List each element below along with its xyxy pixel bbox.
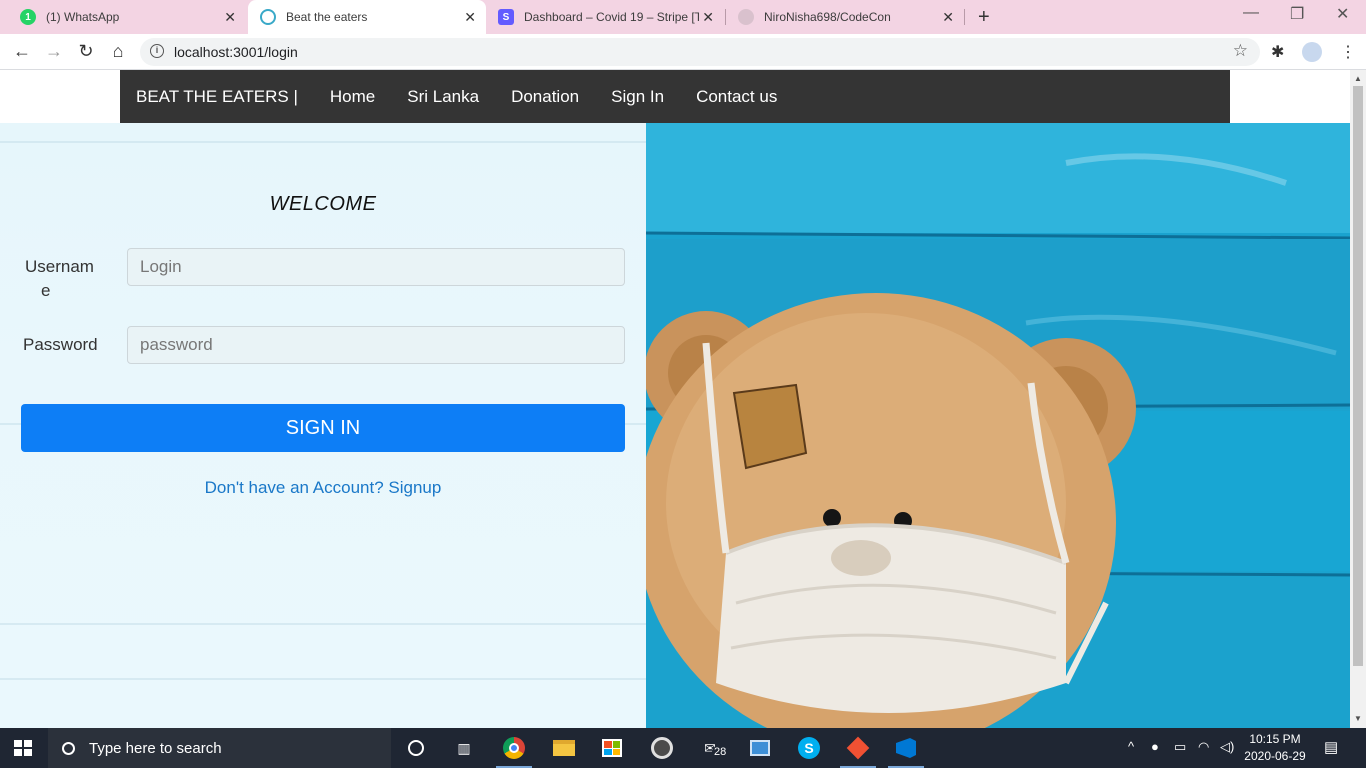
- address-bar[interactable]: i localhost:3001/login ☆: [140, 38, 1260, 66]
- nav-link-donation[interactable]: Donation: [511, 87, 579, 107]
- close-tab-icon[interactable]: ✕: [942, 9, 954, 26]
- scroll-down-arrow-icon[interactable]: ▼: [1354, 714, 1362, 723]
- browser-toolbar: ← → ↻ ⌂ i localhost:3001/login ☆ ✱ ⋮: [0, 34, 1366, 70]
- tray-overflow-chevron-icon[interactable]: ^: [1128, 739, 1134, 754]
- taskbar-clock[interactable]: 10:15 PM 2020-06-29: [1240, 731, 1310, 765]
- teddy-bear-illustration: [646, 123, 1350, 728]
- url-text[interactable]: localhost:3001/login: [174, 44, 298, 60]
- new-tab-button[interactable]: +: [978, 6, 990, 29]
- reload-icon[interactable]: ↻: [75, 41, 97, 62]
- minimize-icon[interactable]: —: [1243, 4, 1259, 22]
- site-navbar: BEAT THE EATERS | Home Sri Lanka Donatio…: [120, 70, 1230, 123]
- volume-icon[interactable]: ◁): [1220, 739, 1234, 755]
- battery-icon[interactable]: ▭: [1174, 739, 1186, 755]
- react-icon: [260, 9, 276, 25]
- extensions-puzzle-icon[interactable]: ✱: [1271, 42, 1284, 62]
- file-explorer-icon[interactable]: [552, 736, 576, 760]
- remote-desktop-icon[interactable]: [748, 736, 772, 760]
- restore-icon[interactable]: ❐: [1290, 4, 1304, 24]
- back-arrow-icon[interactable]: ←: [11, 41, 33, 62]
- nav-link-sign-in[interactable]: Sign In: [611, 87, 664, 107]
- close-tab-icon[interactable]: ✕: [702, 9, 714, 26]
- skype-icon[interactable]: S: [797, 736, 821, 760]
- tab-title: NiroNisha698/CodeCon: [764, 10, 891, 24]
- wood-texture-line: [0, 141, 646, 143]
- profile-avatar[interactable]: [1302, 42, 1322, 62]
- forward-arrow-icon[interactable]: →: [43, 41, 65, 62]
- scrollbar-thumb[interactable]: [1353, 86, 1363, 666]
- stripe-icon: S: [498, 9, 514, 25]
- github-icon: [738, 9, 754, 25]
- tab-title: Beat the eaters: [286, 10, 368, 24]
- browser-tabstrip: 1 (1) WhatsApp ✕ Beat the eaters ✕ S Das…: [0, 0, 1366, 34]
- tab-github[interactable]: NiroNisha698/CodeCon ✕: [726, 0, 964, 34]
- login-panel: WELCOME Usernam e Login Password passwor…: [0, 123, 646, 728]
- password-label: Password: [23, 335, 98, 354]
- clock-date: 2020-06-29: [1244, 749, 1306, 763]
- username-label: Usernam: [25, 257, 94, 276]
- tab-title: Dashboard – Covid 19 – Stripe [Te: [524, 10, 699, 24]
- sign-in-button[interactable]: SIGN IN: [21, 404, 625, 452]
- wood-texture-line: [0, 678, 646, 680]
- chrome-menu-icon[interactable]: ⋮: [1340, 42, 1356, 62]
- close-tab-icon[interactable]: ✕: [464, 9, 476, 26]
- wifi-icon[interactable]: ◠: [1198, 739, 1209, 755]
- taskbar-search-box[interactable]: Type here to search: [48, 728, 391, 768]
- cortana-icon[interactable]: [404, 736, 428, 760]
- search-icon: [62, 741, 75, 755]
- action-center-icon[interactable]: ▤: [1324, 738, 1338, 756]
- nav-link-sri-lanka[interactable]: Sri Lanka: [407, 87, 479, 107]
- scroll-up-arrow-icon[interactable]: ▲: [1354, 74, 1362, 83]
- git-tool-icon[interactable]: [846, 736, 870, 760]
- brand-logo-text[interactable]: BEAT THE EATERS |: [136, 87, 298, 107]
- windows-taskbar: Type here to search ▥ ✉ 28 S ^ ● ▭ ◠ ◁): [0, 728, 1366, 768]
- tab-title: (1) WhatsApp: [46, 10, 120, 24]
- tab-separator: [964, 9, 965, 25]
- signup-link[interactable]: Don't have an Account? Signup: [0, 478, 646, 498]
- mail-unread-badge: 28: [712, 746, 729, 758]
- page-viewport: BEAT THE EATERS | Home Sri Lanka Donatio…: [0, 70, 1350, 728]
- tab-beat-the-eaters[interactable]: Beat the eaters ✕: [248, 0, 486, 34]
- username-input[interactable]: Login: [127, 248, 625, 286]
- nav-link-home[interactable]: Home: [330, 87, 375, 107]
- tray-network-app-icon[interactable]: ●: [1151, 739, 1159, 754]
- wood-texture-line: [0, 623, 646, 625]
- tab-stripe-dashboard[interactable]: S Dashboard – Covid 19 – Stripe [Te ✕: [486, 0, 724, 34]
- close-window-icon[interactable]: ✕: [1336, 4, 1349, 24]
- vscode-icon[interactable]: [894, 736, 918, 760]
- username-label-wrap: e: [41, 281, 51, 300]
- welcome-heading: WELCOME: [269, 193, 377, 215]
- nav-link-contact-us[interactable]: Contact us: [696, 87, 777, 107]
- task-view-icon[interactable]: ▥: [452, 736, 476, 760]
- chrome-icon[interactable]: [502, 736, 526, 760]
- page-scrollbar[interactable]: ▲ ▼: [1350, 70, 1366, 728]
- home-icon[interactable]: ⌂: [107, 41, 129, 62]
- tab-whatsapp[interactable]: 1 (1) WhatsApp ✕: [8, 0, 246, 34]
- clock-time: 10:15 PM: [1249, 732, 1301, 746]
- microsoft-store-icon[interactable]: [600, 736, 624, 760]
- windows-start-icon[interactable]: [14, 740, 32, 756]
- bookmark-star-icon[interactable]: ☆: [1233, 41, 1248, 61]
- close-tab-icon[interactable]: ✕: [224, 9, 236, 26]
- password-input[interactable]: password: [127, 326, 625, 364]
- media-player-icon[interactable]: [650, 736, 674, 760]
- search-placeholder: Type here to search: [89, 739, 222, 757]
- site-info-icon[interactable]: i: [150, 44, 164, 58]
- whatsapp-icon: 1: [20, 9, 36, 25]
- hero-image-teddy-bear-mask: [646, 123, 1350, 728]
